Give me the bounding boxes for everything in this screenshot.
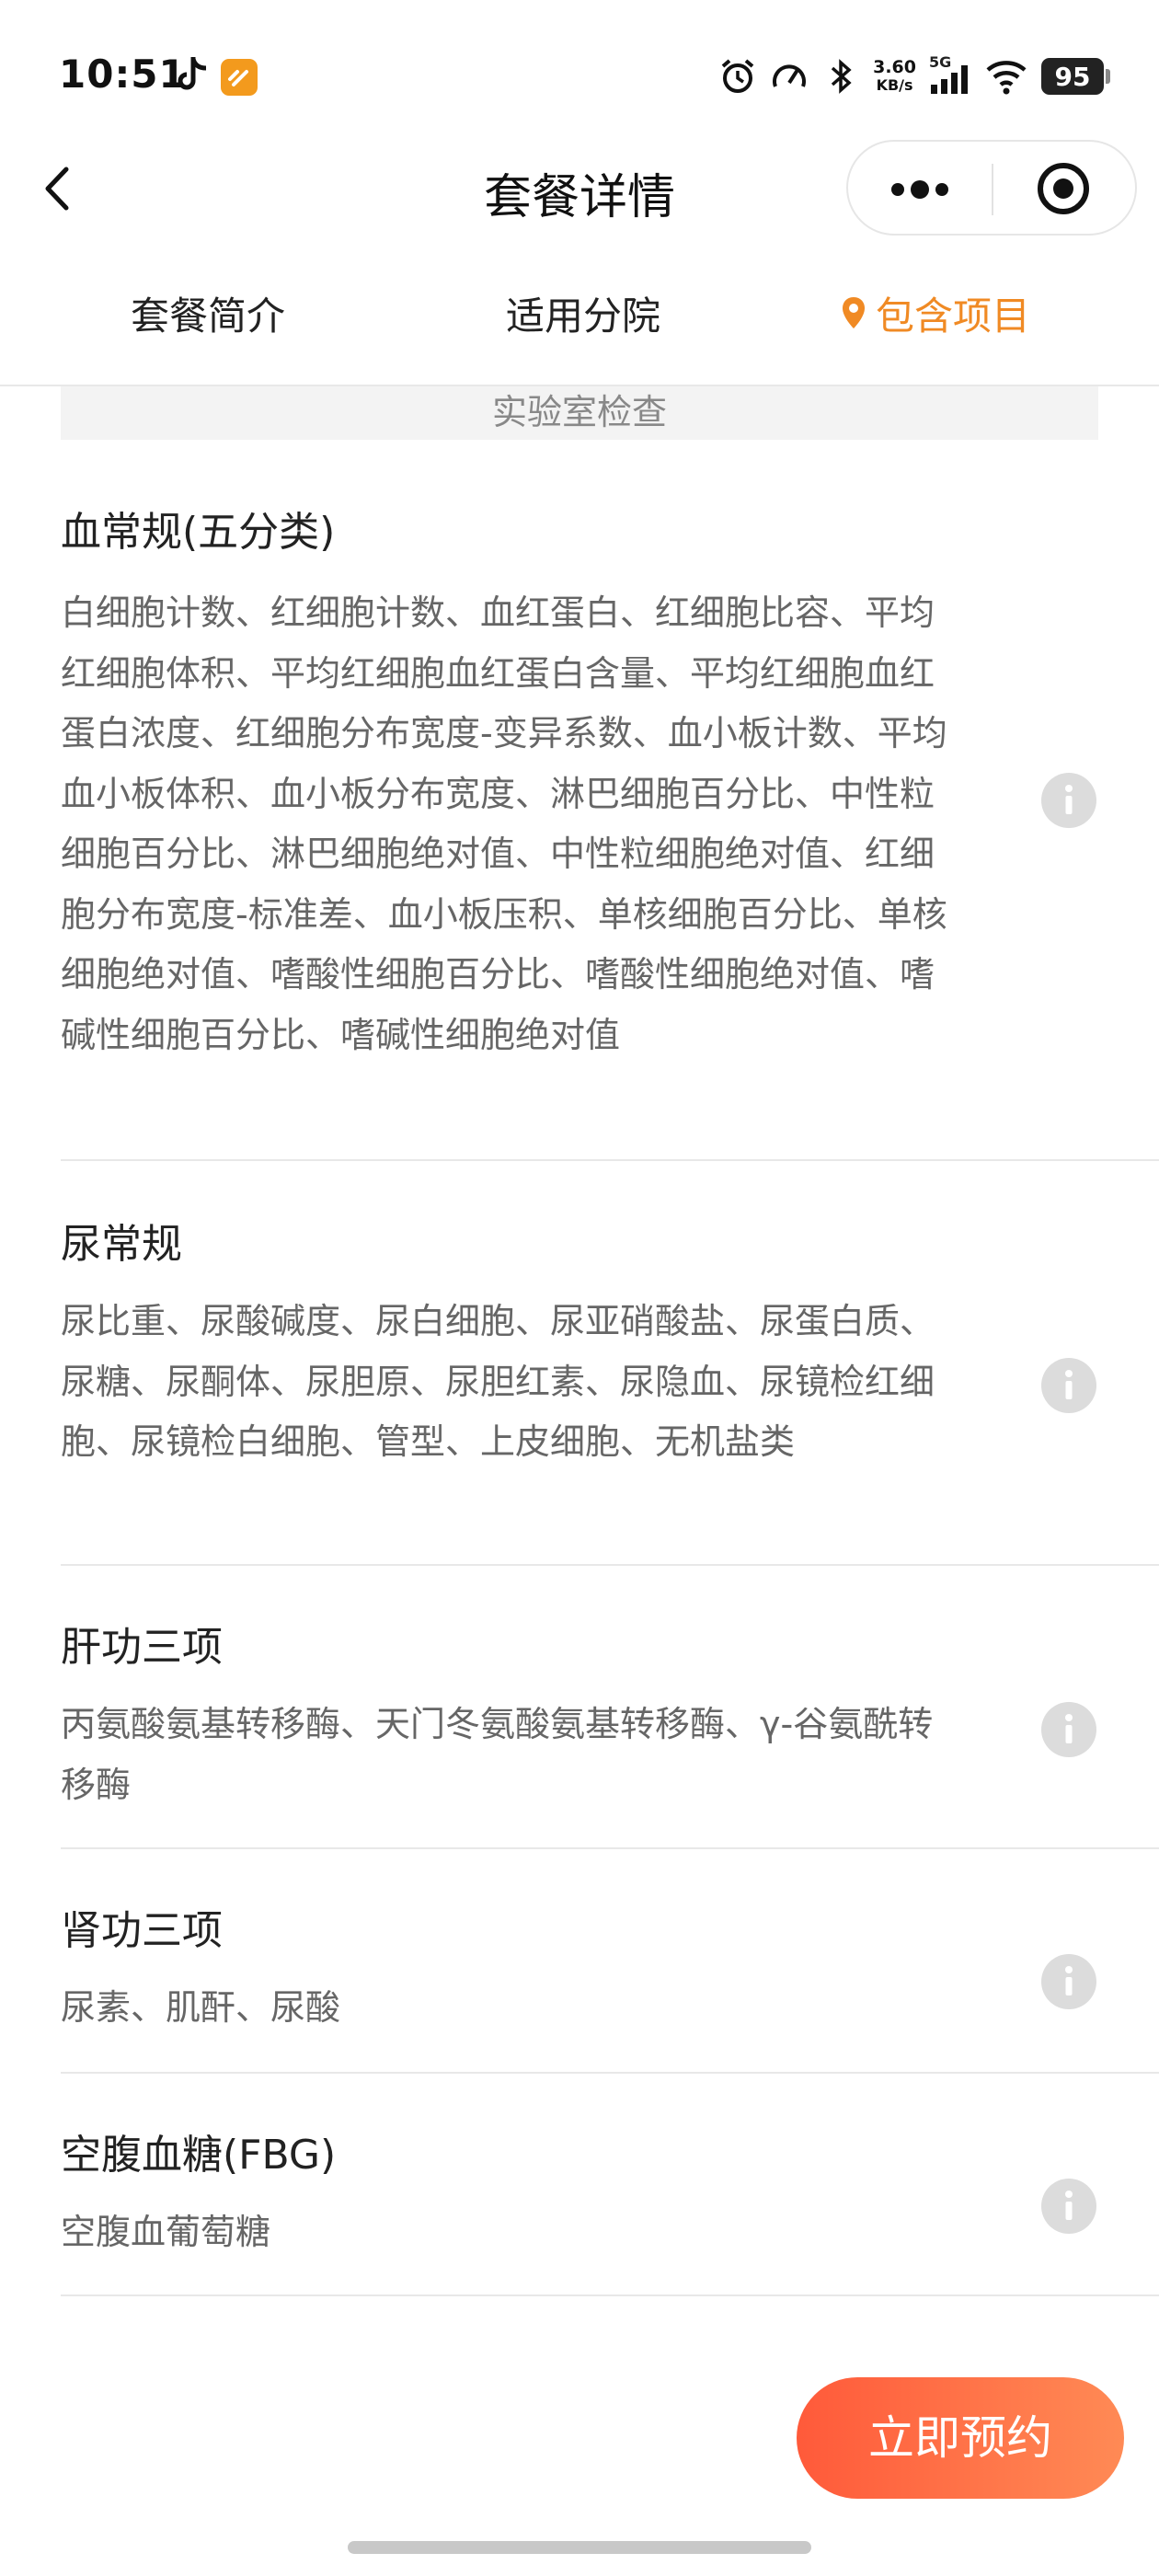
item-description: 尿素、肌酐、尿酸 (61, 1987, 341, 2028)
item-description: 丙氨酸氨基转移酶、天门冬氨酸氨基转移酶、γ-谷氨酰转移酶 (61, 1704, 934, 1805)
book-now-button[interactable]: 立即预约 (797, 2377, 1124, 2499)
info-button[interactable] (1041, 1702, 1096, 1757)
list-item: 肝功三项 丙氨酸氨基转移酶、天门冬氨酸氨基转移酶、γ-谷氨酰转移酶 (61, 1566, 1159, 1849)
item-description: 空腹血葡萄糖 (61, 2212, 271, 2252)
info-button[interactable] (1041, 1954, 1096, 2009)
close-mini-program-button[interactable] (993, 142, 1137, 234)
status-time: 10:51 (59, 52, 187, 97)
bluetooth-icon (821, 57, 860, 96)
status-icons: 3.60 KB/s 5G 95 (718, 53, 1110, 99)
net-speed-value: 3.60 (873, 57, 916, 77)
item-name: 空腹血糖(FBG) (61, 2132, 337, 2179)
more-button[interactable] (848, 142, 992, 234)
info-button[interactable] (1041, 1358, 1096, 1413)
more-dots-icon (891, 180, 948, 199)
tab-bar: 套餐简介 适用分院 包含项目 (0, 267, 1159, 386)
tab-package-intro[interactable]: 套餐简介 (131, 285, 285, 341)
list-item: 肾功三项 尿素、肌酐、尿酸 (61, 1849, 1159, 2074)
item-name: 尿常规 (61, 1221, 182, 1268)
item-description: 尿比重、尿酸碱度、尿白细胞、尿亚硝酸盐、尿蛋白质、尿糖、尿酮体、尿胆原、尿胆红素… (61, 1301, 935, 1462)
status-bar: 10:51 3.60 KB/s 5G 95 (0, 0, 1159, 156)
section-title: 实验室检查 (61, 386, 1098, 440)
home-indicator[interactable] (348, 2541, 811, 2554)
battery-icon: 95 (1041, 58, 1110, 95)
list-item: 血常规(五分类) 白细胞计数、红细胞计数、血红蛋白、红细胞比容、平均红细胞体积、… (61, 440, 1159, 1161)
network-speed: 3.60 KB/s (873, 58, 916, 95)
info-icon (1065, 785, 1073, 814)
info-icon (1065, 1966, 1073, 1995)
nav-bar: 套餐详情 (0, 138, 1159, 239)
info-icon (1065, 1714, 1073, 1743)
list-item: 尿常规 尿比重、尿酸碱度、尿白细胞、尿亚硝酸盐、尿蛋白质、尿糖、尿酮体、尿胆原、… (61, 1161, 1159, 1566)
item-name: 肝功三项 (61, 1624, 223, 1671)
list-item: 空腹血糖(FBG) 空腹血葡萄糖 (61, 2074, 1159, 2296)
tiktok-icon (175, 55, 210, 94)
tab-included-items[interactable]: 包含项目 (841, 285, 1030, 341)
net-speed-unit: KB/s (876, 76, 913, 94)
network-type: 5G (929, 53, 952, 71)
info-icon (1065, 1370, 1073, 1399)
app-badge-icon (221, 59, 258, 96)
info-icon (1065, 2191, 1073, 2220)
item-name: 血常规(五分类) (61, 509, 336, 556)
tab-included-items-label: 包含项目 (876, 293, 1031, 339)
speedometer-icon (770, 57, 809, 96)
item-name: 肾功三项 (61, 1907, 223, 1954)
mini-program-capsule (846, 140, 1137, 236)
tab-branches[interactable]: 适用分院 (506, 285, 660, 341)
signal-icon: 5G (929, 53, 971, 96)
target-circle-icon (1038, 163, 1089, 214)
alarm-icon (718, 57, 757, 96)
item-description: 白细胞计数、红细胞计数、血红蛋白、红细胞比容、平均红细胞体积、平均红细胞血红蛋白… (61, 592, 947, 1055)
location-pin-icon (843, 296, 865, 328)
info-button[interactable] (1041, 2179, 1096, 2234)
info-button[interactable] (1041, 773, 1096, 828)
wifi-icon (984, 57, 1028, 96)
